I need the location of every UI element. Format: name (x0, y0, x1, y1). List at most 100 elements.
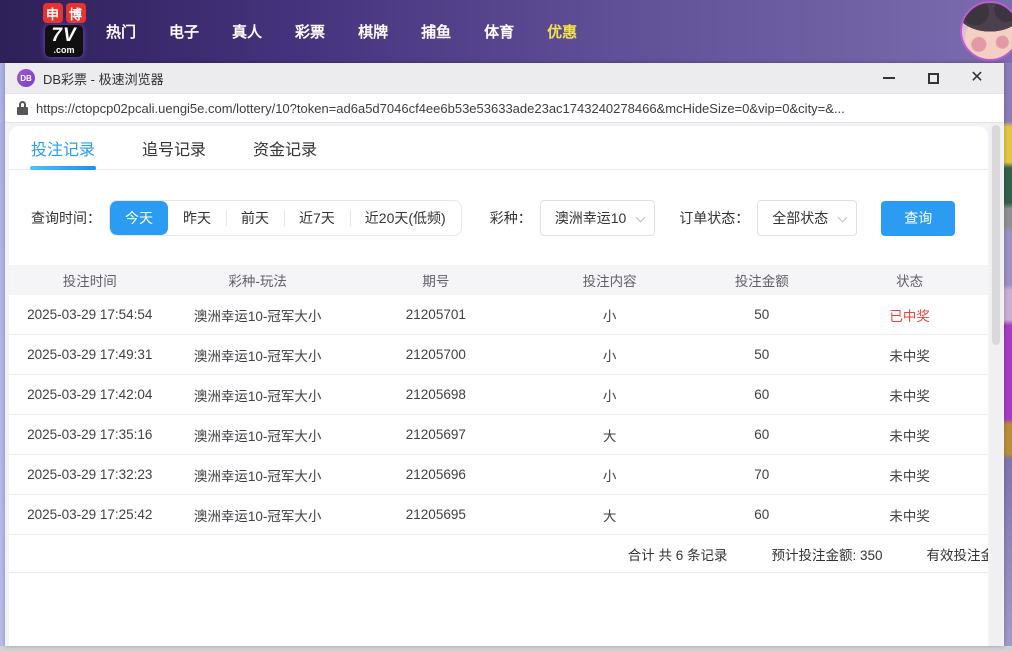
chevron-down-icon (635, 212, 646, 223)
query-button[interactable]: 查询 (881, 200, 956, 236)
chevron-down-icon (837, 212, 848, 223)
url-text: https://ctopcp02pcali.uengi5e.com/lotter… (36, 100, 845, 116)
nav-item-board-games[interactable]: 棋牌 (356, 17, 390, 46)
column-header-1: 投注时间 (62, 274, 117, 289)
site-banner: 申 博 7V .com 热门 电子 真人 彩票 棋牌 捕鱼 体育 优惠 (0, 0, 1012, 63)
window-titlebar[interactable]: DB DB彩票 - 极速浏览器 ✕ (5, 63, 1004, 94)
table-row: 2025-03-29 17:54:54 澳洲幸运10-冠军大小 21205701 小 5… (9, 295, 988, 335)
time-cell: 2025-03-29 17:32:23 (27, 467, 153, 482)
logo-suffix-text: .com (53, 45, 75, 55)
amount-cell: 60 (754, 507, 770, 522)
lottery-filter-label: 彩种： (489, 210, 532, 226)
maximize-icon (927, 72, 939, 84)
column-header-6: 状态 (896, 274, 924, 289)
logo-badge-1: 申 (42, 3, 63, 23)
page-content: 投注记录 追号记录 资金记录 查询时间： 今天 昨天 前天 近7天 近20天(低频) 彩… (5, 123, 1004, 646)
summary-expected-amount: 预计投注金额: 350 (771, 547, 883, 563)
amount-cell: 50 (754, 347, 770, 362)
issue-cell: 21205698 (405, 387, 466, 402)
summary-total: 合计 共 6 条记录 (627, 547, 728, 563)
amount-cell: 60 (754, 427, 770, 442)
close-icon: ✕ (970, 69, 984, 86)
order-status-value: 全部状态 (772, 210, 829, 226)
table-row: 2025-03-29 17:25:42 澳洲幸运10-冠军大小 21205695 大 6… (9, 495, 988, 535)
time-option-3[interactable]: 前天 (226, 201, 284, 235)
lock-icon (17, 101, 28, 115)
time-option-4[interactable]: 近7天 (284, 201, 350, 235)
amount-cell: 70 (754, 467, 770, 482)
browser-window: DB DB彩票 - 极速浏览器 ✕ https://ctopcp02pcali.… (5, 63, 1004, 646)
game-cell: 澳洲幸运10-冠军大小 (193, 468, 322, 484)
time-option-5[interactable]: 近20天(低频) (349, 201, 461, 235)
window-title: DB彩票 - 极速浏览器 (43, 71, 164, 87)
issue-cell: 21205700 (405, 347, 466, 362)
nav-item-promotions[interactable]: 优惠 (545, 17, 579, 46)
game-cell: 澳洲幸运10-冠军大小 (193, 388, 322, 404)
window-controls: ✕ (882, 69, 992, 86)
time-cell: 2025-03-29 17:54:54 (27, 307, 153, 322)
time-filter-label: 查询时间： (31, 210, 101, 226)
time-option-1[interactable]: 今天 (110, 201, 168, 235)
time-cell: 2025-03-29 17:49:31 (27, 347, 153, 362)
lottery-select-value: 澳洲幸运10 (554, 210, 627, 226)
issue-cell: 21205696 (405, 467, 466, 482)
status-cell: 未中奖 (889, 388, 930, 404)
tab-bet-records[interactable]: 投注记录 (31, 126, 95, 170)
logo-badge-2: 博 (65, 3, 86, 23)
table-row: 2025-03-29 17:42:04 澳洲幸运10-冠军大小 21205698 小 6… (9, 375, 988, 415)
game-cell: 澳洲幸运10-冠军大小 (193, 508, 322, 524)
nav-item-fishing[interactable]: 捕鱼 (419, 17, 453, 46)
vertical-scrollbar[interactable] (990, 123, 1002, 646)
bet-records-table: 投注时间 彩种-玩法 期号 投注内容 投注金额 状态 2025-03-29 17:54:5… (9, 265, 988, 535)
table-row: 2025-03-29 17:49:31 澳洲幸运10-冠军大小 21205700 小 5… (9, 335, 988, 375)
address-bar[interactable]: https://ctopcp02pcali.uengi5e.com/lotter… (5, 94, 1004, 123)
lottery-select[interactable]: 澳洲幸运10 (539, 200, 656, 236)
column-header-3: 期号 (422, 274, 450, 289)
table-row: 2025-03-29 17:35:16 澳洲幸运10-冠军大小 21205697 大 6… (9, 415, 988, 455)
nav-item-hot[interactable]: 热门 (104, 17, 138, 46)
content-cell: 小 (602, 468, 617, 484)
scrollbar-thumb[interactable] (992, 125, 1000, 345)
time-option-2[interactable]: 昨天 (168, 201, 226, 235)
issue-cell: 21205701 (405, 307, 466, 322)
column-header-4: 投注内容 (582, 274, 637, 289)
nav-item-live[interactable]: 真人 (230, 17, 264, 46)
tab-fund-records[interactable]: 资金记录 (253, 126, 317, 170)
issue-cell: 21205695 (405, 507, 466, 522)
order-status-select[interactable]: 全部状态 (757, 200, 858, 236)
content-cell: 小 (602, 308, 617, 324)
game-cell: 澳洲幸运10-冠军大小 (193, 428, 322, 444)
nav-item-lottery[interactable]: 彩票 (293, 17, 327, 46)
nav-item-electronic[interactable]: 电子 (167, 17, 201, 46)
logo-box: 7V .com (45, 25, 83, 57)
column-header-2: 彩种-玩法 (228, 274, 287, 289)
status-cell: 未中奖 (889, 348, 930, 364)
close-button[interactable]: ✕ (970, 69, 984, 86)
time-filter-group: 今天 昨天 前天 近7天 近20天(低频) (109, 200, 462, 236)
game-cell: 澳洲幸运10-冠军大小 (193, 308, 322, 324)
time-cell: 2025-03-29 17:35:16 (27, 427, 153, 442)
table-body: 2025-03-29 17:54:54 澳洲幸运10-冠军大小 21205701 小 5… (9, 295, 988, 535)
amount-cell: 60 (754, 387, 770, 402)
status-cell: 未中奖 (889, 468, 930, 484)
minimize-icon (883, 77, 895, 79)
user-avatar[interactable] (960, 1, 1012, 61)
site-logo[interactable]: 申 博 7V .com (36, 3, 92, 57)
status-cell: 已中奖 (889, 308, 930, 324)
status-cell: 未中奖 (889, 508, 930, 524)
issue-cell: 21205697 (405, 427, 466, 442)
nav-item-sports[interactable]: 体育 (482, 17, 516, 46)
order-status-label: 订单状态： (679, 210, 750, 226)
maximize-button[interactable] (926, 71, 940, 85)
status-cell: 未中奖 (889, 428, 930, 444)
records-card: 投注记录 追号记录 资金记录 查询时间： 今天 昨天 前天 近7天 近20天(低频) 彩… (9, 126, 988, 646)
screenshot-root: 申 博 7V .com 热门 电子 真人 彩票 棋牌 捕鱼 体育 优惠 DB DB彩票 - 极… (0, 0, 1012, 652)
minimize-button[interactable] (882, 71, 896, 85)
table-row: 2025-03-29 17:32:23 澳洲幸运10-冠军大小 21205696 小 7… (9, 455, 988, 495)
tab-chase-records[interactable]: 追号记录 (142, 126, 206, 170)
amount-cell: 50 (754, 307, 770, 322)
content-cell: 小 (602, 348, 617, 364)
column-header-5: 投注金额 (734, 274, 789, 289)
game-cell: 澳洲幸运10-冠军大小 (193, 348, 322, 364)
top-nav: 热门 电子 真人 彩票 棋牌 捕鱼 体育 优惠 (104, 0, 579, 63)
